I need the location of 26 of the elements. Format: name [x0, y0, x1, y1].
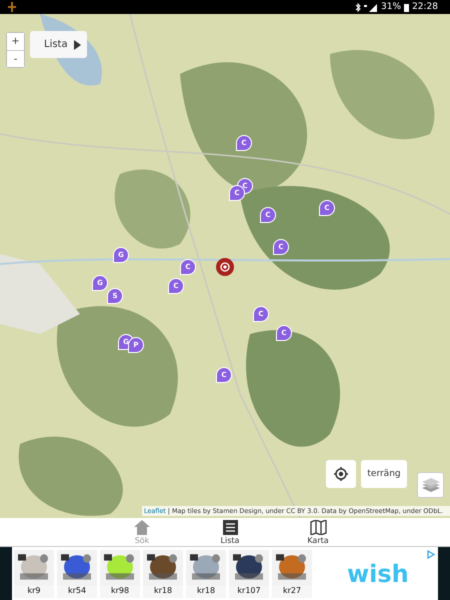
layers-button[interactable]	[417, 472, 444, 498]
price-label: kr107	[237, 586, 261, 594]
signal-icon	[364, 2, 378, 12]
price-label: kr18	[154, 586, 172, 594]
ad-choices-icon[interactable]	[427, 550, 435, 559]
zoom-button[interactable]: -	[7, 50, 24, 67]
price-label: kr54	[68, 586, 86, 594]
location-marker-icon[interactable]	[216, 258, 234, 276]
notification-icon	[8, 2, 16, 12]
price-label: kr98	[110, 586, 130, 594]
map-icon	[310, 520, 326, 534]
target-icon	[334, 467, 348, 481]
price-label: kr27	[282, 586, 302, 594]
play-icon	[74, 40, 81, 50]
clock: 22:28	[412, 2, 438, 12]
battery-icon	[404, 2, 410, 12]
home-icon	[134, 520, 150, 534]
battery-percentage: 31%	[381, 2, 402, 12]
locate-button[interactable]	[326, 460, 356, 488]
price-label: kr9	[27, 586, 40, 594]
layers-icon	[422, 477, 440, 493]
terrain-button[interactable]: terräng	[361, 460, 407, 488]
list-button[interactable]: Lista	[30, 31, 87, 58]
price-label: kr18	[196, 586, 216, 594]
bluetooth-icon	[355, 2, 362, 12]
list-icon	[222, 520, 238, 534]
